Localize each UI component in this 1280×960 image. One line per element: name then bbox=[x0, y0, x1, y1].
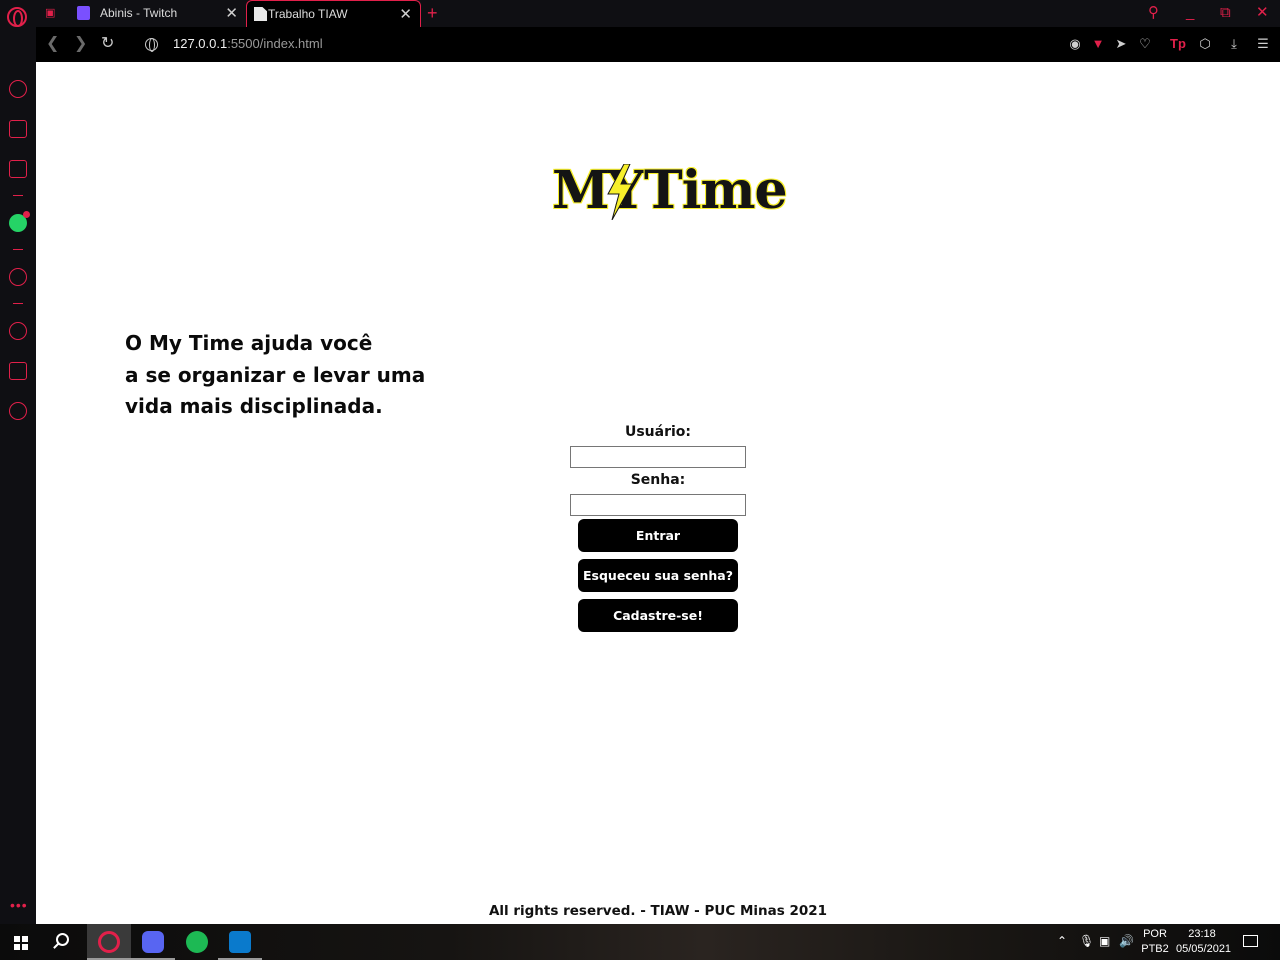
tagline-line: O My Time ajuda você bbox=[125, 331, 373, 355]
page-viewport: MY Time O My Time ajuda você a se organi… bbox=[36, 62, 1280, 924]
adblock-shield-icon[interactable]: ▼ bbox=[1090, 36, 1106, 52]
site-info-globe-icon[interactable] bbox=[145, 38, 158, 52]
logo-word-time: Time bbox=[644, 160, 788, 221]
windows-start-icon[interactable] bbox=[14, 936, 28, 950]
vscode-app-icon bbox=[229, 931, 251, 953]
opera-menu-icon[interactable] bbox=[7, 7, 27, 27]
tray-overflow-chevron-icon[interactable]: ⌃ bbox=[1057, 934, 1067, 948]
close-tab-icon[interactable]: ✕ bbox=[225, 0, 238, 27]
signup-button[interactable]: Cadastre-se! bbox=[578, 599, 738, 632]
password-label: Senha: bbox=[630, 472, 686, 488]
gamepad-icon[interactable]: ▣ bbox=[45, 7, 59, 19]
forgot-password-button[interactable]: Esqueceu sua senha? bbox=[578, 559, 738, 592]
cube-extension-icon[interactable]: ⬡ bbox=[1197, 36, 1213, 52]
windows-taskbar: ⌃ 🎙 ▣ 🔊 POR PTB2 23:18 05/05/2021 bbox=[0, 924, 1280, 960]
language-indicator[interactable]: POR PTB2 bbox=[1140, 927, 1170, 957]
taskbar-vscode[interactable] bbox=[218, 924, 262, 960]
url-host: 127.0.0.1 bbox=[173, 36, 228, 51]
taskbar-search-icon[interactable] bbox=[56, 933, 69, 946]
page-footer: All rights reserved. - TIAW - PUC Minas … bbox=[488, 903, 828, 919]
notification-center-icon[interactable] bbox=[1243, 935, 1258, 947]
more-dots-icon[interactable]: ••• bbox=[10, 897, 28, 913]
easy-setup-menu-icon[interactable]: ☰ bbox=[1255, 36, 1271, 52]
sidebar-divider bbox=[13, 249, 23, 250]
my-time-logo: MY Time bbox=[552, 158, 788, 224]
clock-time: 23:18 bbox=[1188, 928, 1216, 940]
address-bar: ❮ ❯ ↻ 127.0.0.1:5500/index.html ◉ ▼ ➤ ♡ … bbox=[36, 27, 1280, 62]
opera-sidebar: ••• bbox=[0, 62, 36, 924]
lightning-bolt-icon bbox=[607, 164, 633, 220]
snapshot-camera-icon[interactable]: ◉ bbox=[1067, 36, 1083, 52]
back-icon[interactable]: ❮ bbox=[46, 34, 59, 54]
tp-extension-icon[interactable]: Tp bbox=[1170, 36, 1186, 52]
extensions-box-icon[interactable] bbox=[9, 120, 27, 138]
new-tab-plus-icon[interactable]: + bbox=[427, 3, 438, 23]
reload-icon[interactable]: ↻ bbox=[101, 34, 114, 54]
taskbar-spotify[interactable] bbox=[175, 924, 219, 960]
whatsapp-icon[interactable] bbox=[9, 211, 30, 232]
tab-trabalho-tiaw[interactable]: Trabalho TIAW ✕ bbox=[246, 0, 421, 27]
tagline: O My Time ajuda você a se organizar e le… bbox=[125, 328, 465, 423]
clock-date: 05/05/2021 bbox=[1176, 943, 1232, 955]
player-icon[interactable] bbox=[9, 268, 27, 286]
crypto-wallet-cube-icon[interactable] bbox=[9, 362, 27, 380]
close-tab-icon[interactable]: ✕ bbox=[399, 1, 412, 28]
keyboard-layout: PTB2 bbox=[1141, 943, 1169, 955]
document-favicon-icon bbox=[254, 7, 267, 21]
taskbar-clock[interactable]: 23:18 05/05/2021 bbox=[1176, 927, 1232, 957]
taskbar-opera[interactable] bbox=[87, 924, 131, 960]
tab-title: Abinis - Twitch bbox=[100, 6, 178, 20]
tagline-line: vida mais disciplinada. bbox=[125, 394, 383, 418]
username-label: Usuário: bbox=[624, 424, 692, 440]
password-input[interactable] bbox=[570, 494, 746, 516]
tab-twitch[interactable]: Abinis - Twitch ✕ bbox=[70, 0, 246, 27]
network-icon[interactable]: ▣ bbox=[1099, 934, 1110, 948]
url-field[interactable]: 127.0.0.1:5500/index.html bbox=[173, 36, 323, 52]
tab-strip: ▣ Abinis - Twitch ✕ Trabalho TIAW ✕ + ⚲ … bbox=[0, 0, 1280, 27]
discord-app-icon bbox=[142, 931, 164, 953]
forward-icon[interactable]: ❯ bbox=[74, 34, 87, 54]
twitch-favicon-icon bbox=[77, 6, 90, 20]
heart-icon[interactable]: ♡ bbox=[1137, 36, 1153, 52]
download-icon[interactable]: ⤓ bbox=[1226, 36, 1242, 52]
language-code: POR bbox=[1143, 928, 1167, 940]
microphone-icon[interactable]: 🎙 bbox=[1079, 934, 1094, 948]
sidebar-divider bbox=[13, 303, 23, 304]
login-button[interactable]: Entrar bbox=[578, 519, 738, 552]
search-tabs-icon[interactable]: ⚲ bbox=[1148, 2, 1159, 24]
minimize-icon[interactable]: _ bbox=[1186, 2, 1194, 24]
twitch-icon[interactable] bbox=[9, 160, 27, 178]
tagline-line: a se organizar e levar uma bbox=[125, 362, 426, 387]
close-window-icon[interactable]: ✕ bbox=[1256, 2, 1269, 24]
speed-dial-icon[interactable] bbox=[9, 80, 27, 98]
username-input[interactable] bbox=[570, 446, 746, 468]
sidebar-divider bbox=[13, 195, 23, 196]
taskbar-discord[interactable] bbox=[131, 924, 175, 960]
opera-app-icon bbox=[98, 931, 120, 953]
spotify-app-icon bbox=[186, 931, 208, 953]
url-path: :5500/index.html bbox=[227, 36, 323, 51]
volume-icon[interactable]: 🔊 bbox=[1119, 934, 1134, 948]
restore-icon[interactable]: ⧉ bbox=[1220, 2, 1231, 24]
history-clock-icon[interactable] bbox=[9, 322, 27, 340]
send-arrow-icon[interactable]: ➤ bbox=[1113, 36, 1129, 52]
settings-gear-icon[interactable] bbox=[9, 402, 27, 420]
login-form: Usuário: Senha: Entrar Esqueceu sua senh… bbox=[570, 423, 746, 632]
tab-title: Trabalho TIAW bbox=[268, 7, 348, 21]
